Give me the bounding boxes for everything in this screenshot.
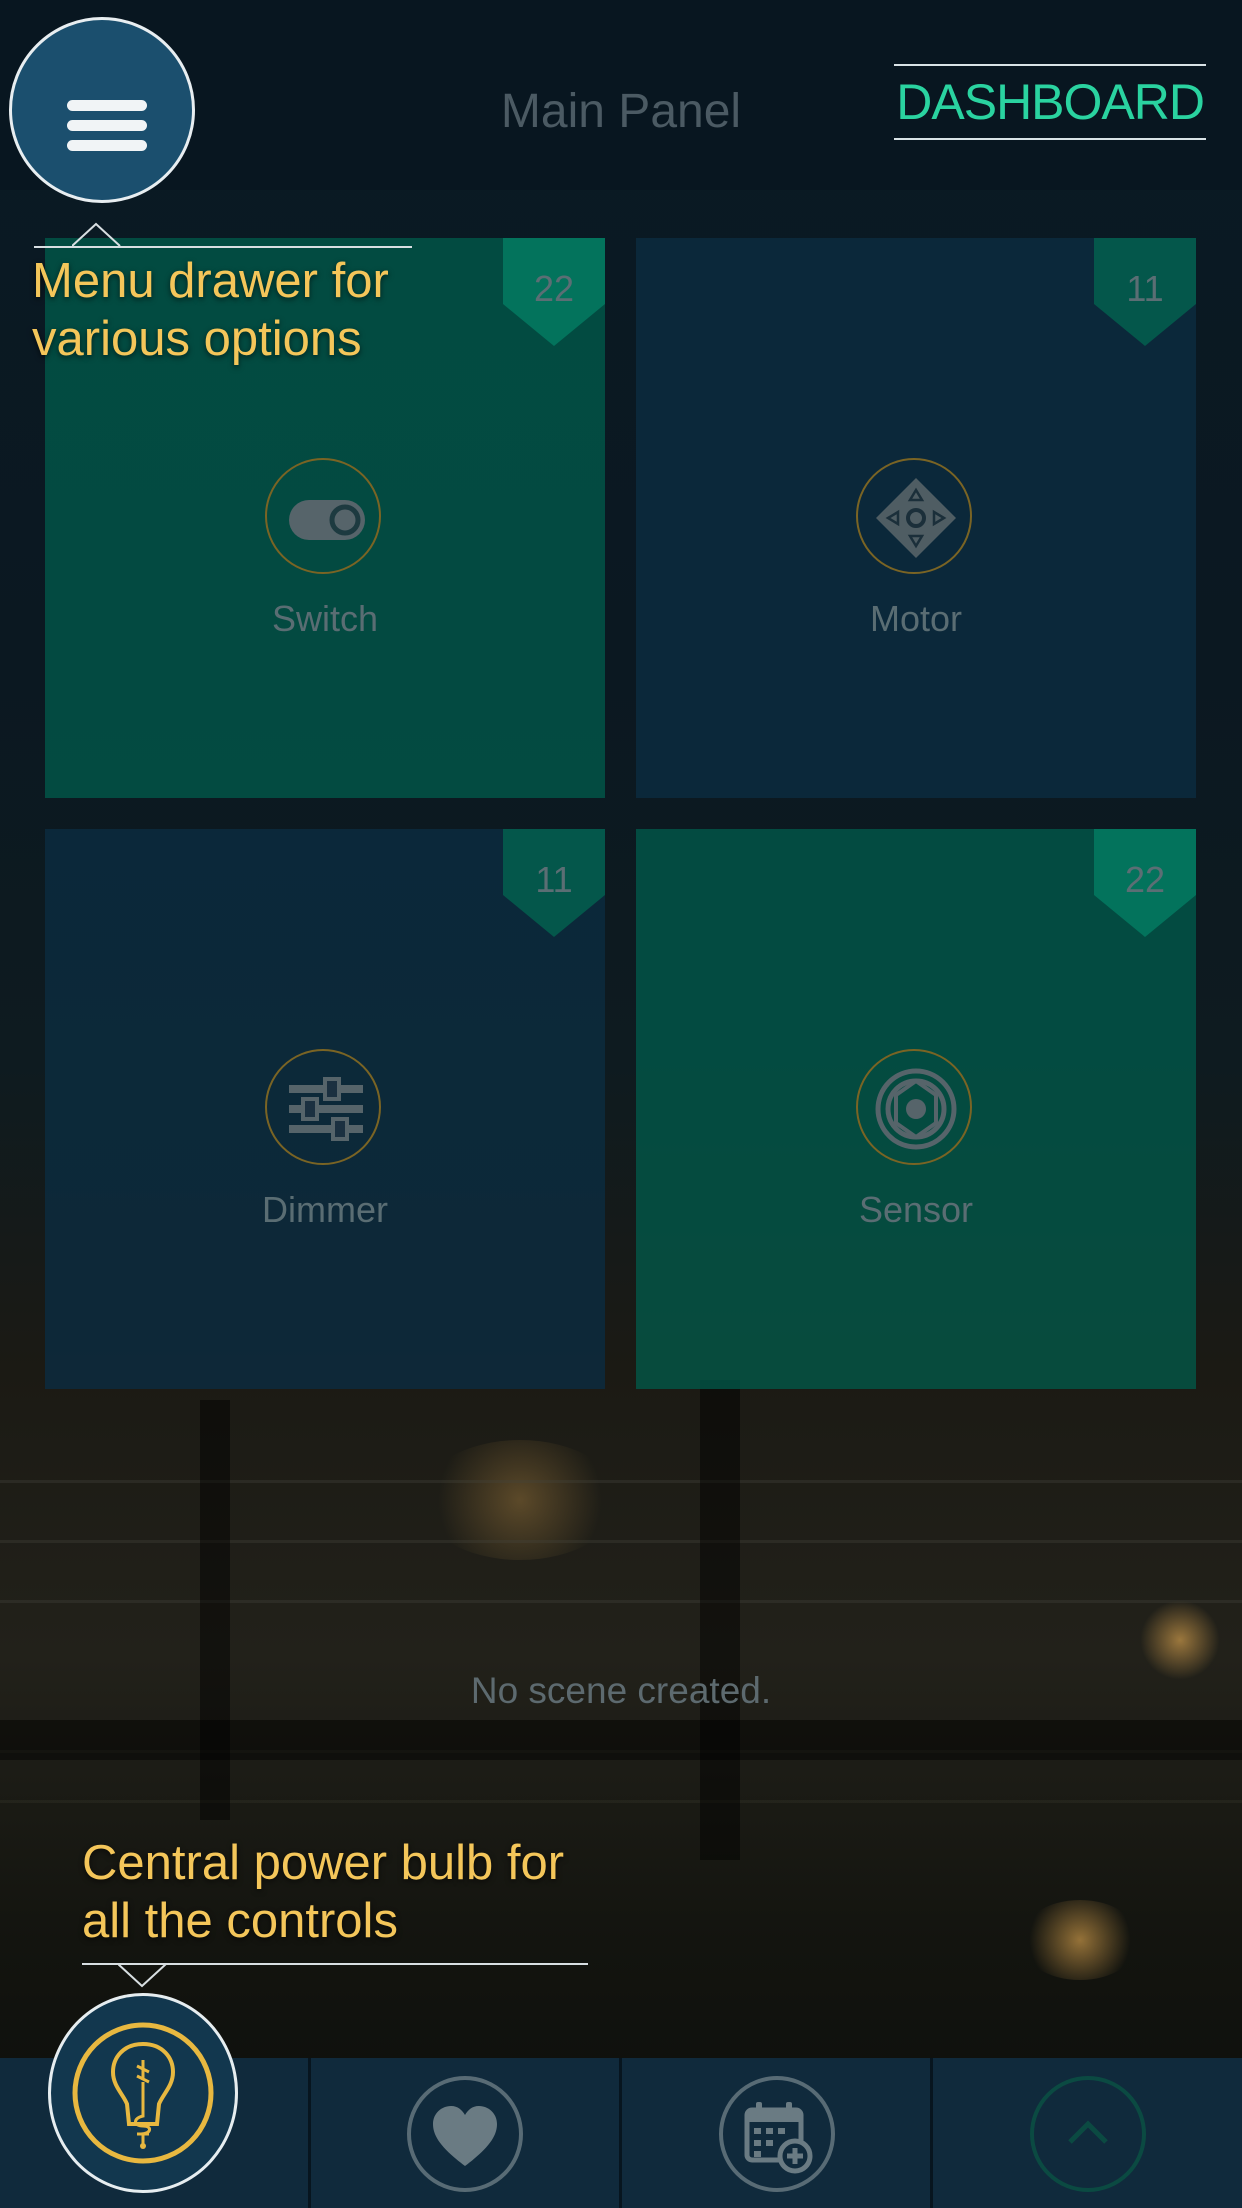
motor-directional-icon (856, 458, 972, 574)
tile-label: Dimmer (262, 1189, 388, 1230)
count-badge: 11 (1094, 238, 1196, 348)
divider (619, 2058, 622, 2208)
hamburger-icon-bar (67, 120, 147, 131)
tooltip-text: various options (32, 312, 362, 366)
menu-button[interactable] (9, 17, 195, 203)
chevron-up-icon (1068, 2120, 1108, 2144)
tile-label: Switch (271, 598, 379, 639)
favorites-button[interactable] (407, 2076, 523, 2192)
schedule-button[interactable] (719, 2076, 835, 2192)
tooltip-text: Central power bulb for (82, 1836, 565, 1890)
dashboard-button[interactable]: DASHBOARD (894, 64, 1206, 140)
menu-tooltip: Menu drawer for various options (32, 252, 389, 368)
tile-label: Motor (869, 598, 963, 639)
tile-label: Sensor (858, 1189, 974, 1230)
divider (308, 2058, 311, 2208)
tooltip-text: Menu drawer for (32, 254, 389, 308)
hamburger-icon (67, 100, 147, 111)
count-badge: 22 (1094, 829, 1196, 939)
toggle-icon (265, 458, 381, 574)
tile-motor[interactable]: 11 Motor (636, 238, 1196, 798)
menu-tooltip-line (34, 246, 412, 248)
no-scene-message: No scene created. (470, 1670, 772, 1711)
tooltip-text: all the controls (82, 1894, 398, 1948)
heart-icon (433, 2106, 497, 2166)
calendar-add-icon (744, 2102, 813, 2174)
sensor-aperture-icon (856, 1049, 972, 1165)
bulb-tooltip: Central power bulb for all the controls (82, 1834, 564, 1950)
count-badge: 22 (503, 238, 605, 348)
menu-tooltip-pointer (72, 222, 121, 247)
bulb-tooltip-pointer (118, 1963, 167, 1988)
hamburger-icon-bar (67, 140, 147, 151)
sliders-icon (265, 1049, 381, 1165)
lightbulb-icon (72, 2022, 214, 2164)
central-power-button[interactable] (48, 1993, 238, 2193)
count-badge: 11 (503, 829, 605, 939)
tile-sensor[interactable]: 22 Sensor (636, 829, 1196, 1389)
divider (930, 2058, 933, 2208)
scroll-up-button[interactable] (1030, 2076, 1146, 2192)
tile-dimmer[interactable]: 11 Dimmer (45, 829, 605, 1389)
